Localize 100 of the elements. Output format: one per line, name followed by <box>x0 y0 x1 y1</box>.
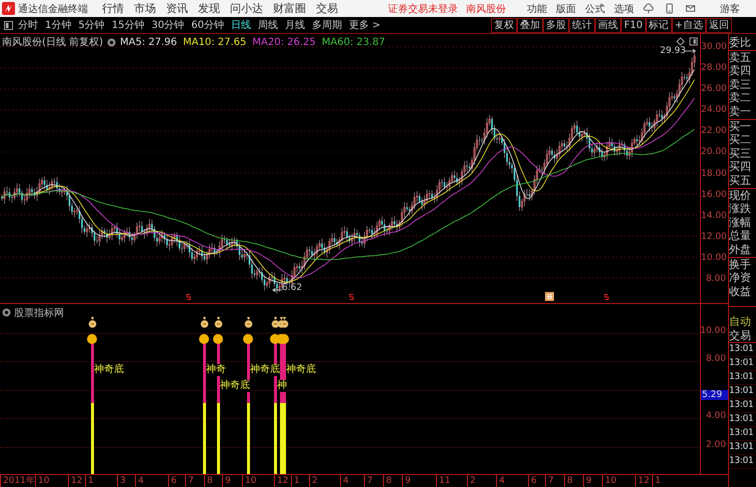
signal-dot-icon <box>243 334 253 344</box>
period-tab[interactable]: 15分钟 <box>112 18 144 32</box>
auto-trade-label[interactable]: 自动 <box>729 315 756 329</box>
phone-icon[interactable] <box>664 3 675 14</box>
date-axis-label: 10 <box>602 475 616 487</box>
signal-label: 神奇底 <box>286 364 316 376</box>
money-bag-icon <box>280 316 289 328</box>
toolbar-button[interactable]: +自选 <box>672 18 706 32</box>
price-axis-label: 12.00 <box>701 230 728 244</box>
signal-dot-icon <box>213 334 223 344</box>
toolbar-button[interactable]: 叠加 <box>517 18 544 32</box>
signal-dot-icon <box>279 334 289 344</box>
settings-icon[interactable] <box>106 38 116 46</box>
quote-field-label: 卖三 <box>729 78 752 92</box>
money-bag-icon <box>200 316 209 328</box>
app-name: 通达信金融终端 <box>18 2 88 16</box>
date-axis-label: 8 <box>383 475 392 487</box>
price-axis-label: 26.00 <box>701 83 728 96</box>
panel-icon[interactable] <box>689 37 698 46</box>
trade-time: 13:01 <box>729 455 756 470</box>
quote-field-label: 卖二 <box>729 91 752 105</box>
toolbar-button[interactable]: 多股 <box>543 18 570 32</box>
event-marker-icon[interactable] <box>604 293 609 301</box>
menu-item[interactable]: 行情 <box>102 1 124 16</box>
cloud-icon[interactable] <box>643 3 654 14</box>
date-axis-label: 10 <box>242 475 256 487</box>
money-bag-icon <box>88 316 97 328</box>
date-axis-label: 11 <box>436 475 450 487</box>
toolbar-button[interactable]: 标记 <box>646 18 672 32</box>
date-axis-label: 9 <box>402 475 411 487</box>
date-axis-label: 1 <box>652 475 661 487</box>
menu-item[interactable]: 交易 <box>316 1 338 16</box>
arrow-icon <box>272 287 281 293</box>
toolbar-button[interactable]: 统计 <box>569 18 596 32</box>
period-tab[interactable]: 日线 <box>230 18 251 32</box>
trade-time: 13:01 <box>729 427 756 442</box>
menu-item[interactable]: 公式 <box>585 2 605 16</box>
date-axis-label: 2 <box>467 475 476 487</box>
toolbar-button[interactable]: 画线 <box>595 18 622 32</box>
price-axis-label: 10.00 <box>701 252 728 265</box>
mail-icon[interactable] <box>685 3 696 14</box>
ma-value: MA20: 26.25 <box>252 36 316 48</box>
date-axis-label: 8 <box>564 475 573 487</box>
toolbar-button[interactable]: 返回 <box>706 18 732 32</box>
date-axis-label: 4 <box>135 475 144 487</box>
date-axis-label: 3 <box>117 475 126 487</box>
event-marker-icon[interactable] <box>186 293 191 301</box>
indicator-axis-label: 4.00 <box>706 410 726 421</box>
quote-field-label: 总量 <box>729 229 752 243</box>
menu-item[interactable]: 发现 <box>198 1 220 16</box>
period-tab[interactable]: 周线 <box>258 18 278 32</box>
low-price-label: 6.62 <box>282 283 302 293</box>
ma-value: MA5: 27.96 <box>120 36 177 48</box>
price-axis-label: 16.00 <box>701 188 728 202</box>
quote-field-label: 现价 <box>729 188 752 202</box>
menu-item[interactable]: 市场 <box>134 1 156 16</box>
date-axis-label: 4 <box>496 475 505 487</box>
date-axis-label: 1 <box>85 475 94 487</box>
trade-time: 13:01 <box>729 385 756 400</box>
period-tab[interactable]: 多周期 <box>312 18 342 32</box>
stock-name: 南风股份 <box>466 2 506 16</box>
period-tab[interactable]: 60分钟 <box>191 18 224 32</box>
toolbar-button[interactable]: F10 <box>621 18 646 32</box>
indicator-axis-label: 10.00 <box>700 326 726 336</box>
quote-field-label: 买二 <box>729 133 752 147</box>
toolbar-button[interactable]: 复权 <box>491 18 518 32</box>
price-axis-label: 8.00 <box>704 273 727 286</box>
settings-icon[interactable] <box>2 308 11 318</box>
date-axis-label: 7 <box>364 475 373 487</box>
menu-item[interactable]: 版面 <box>556 2 576 16</box>
chart-title: 南风股份(日线 前复权) <box>2 36 103 49</box>
quote-field-label: 买一 <box>729 120 752 134</box>
panel-toggle-icon[interactable] <box>4 20 13 30</box>
price-axis-label: 20.00 <box>701 146 728 160</box>
diamond-icon[interactable] <box>676 37 685 46</box>
period-tab[interactable]: 5分钟 <box>78 18 105 32</box>
period-tab[interactable]: 分时 <box>18 18 38 32</box>
date-axis-label: 9 <box>222 475 231 487</box>
login-status[interactable]: 证券交易未登录 <box>388 2 458 16</box>
period-tab[interactable]: 月线 <box>284 18 305 32</box>
trade-time: 13:01 <box>729 441 756 456</box>
menu-item[interactable]: 资讯 <box>166 1 188 16</box>
date-axis-label: 6 <box>528 475 537 487</box>
menu-item[interactable]: 财富圈 <box>273 1 306 16</box>
menu-item[interactable]: 选项 <box>614 2 634 16</box>
ma-value: MA60: 23.87 <box>322 36 386 48</box>
quote-field-label: 外盘 <box>729 242 752 256</box>
menu-item[interactable]: 问小达 <box>230 1 263 16</box>
note-marker-icon[interactable] <box>545 292 554 301</box>
period-tab[interactable]: 更多 > <box>348 18 381 32</box>
date-axis-label: 8 <box>204 475 213 487</box>
price-axis-label: 14.00 <box>701 210 728 223</box>
period-tab[interactable]: 30分钟 <box>151 18 184 32</box>
money-bag-icon <box>214 316 223 328</box>
trade-time: 13:01 <box>729 399 756 414</box>
user-name[interactable]: 游客 <box>720 2 740 16</box>
menu-item[interactable]: 功能 <box>527 2 547 16</box>
period-tab[interactable]: 1分钟 <box>45 18 72 32</box>
event-marker-icon[interactable] <box>349 293 354 301</box>
date-axis-label: 2 <box>309 475 318 487</box>
